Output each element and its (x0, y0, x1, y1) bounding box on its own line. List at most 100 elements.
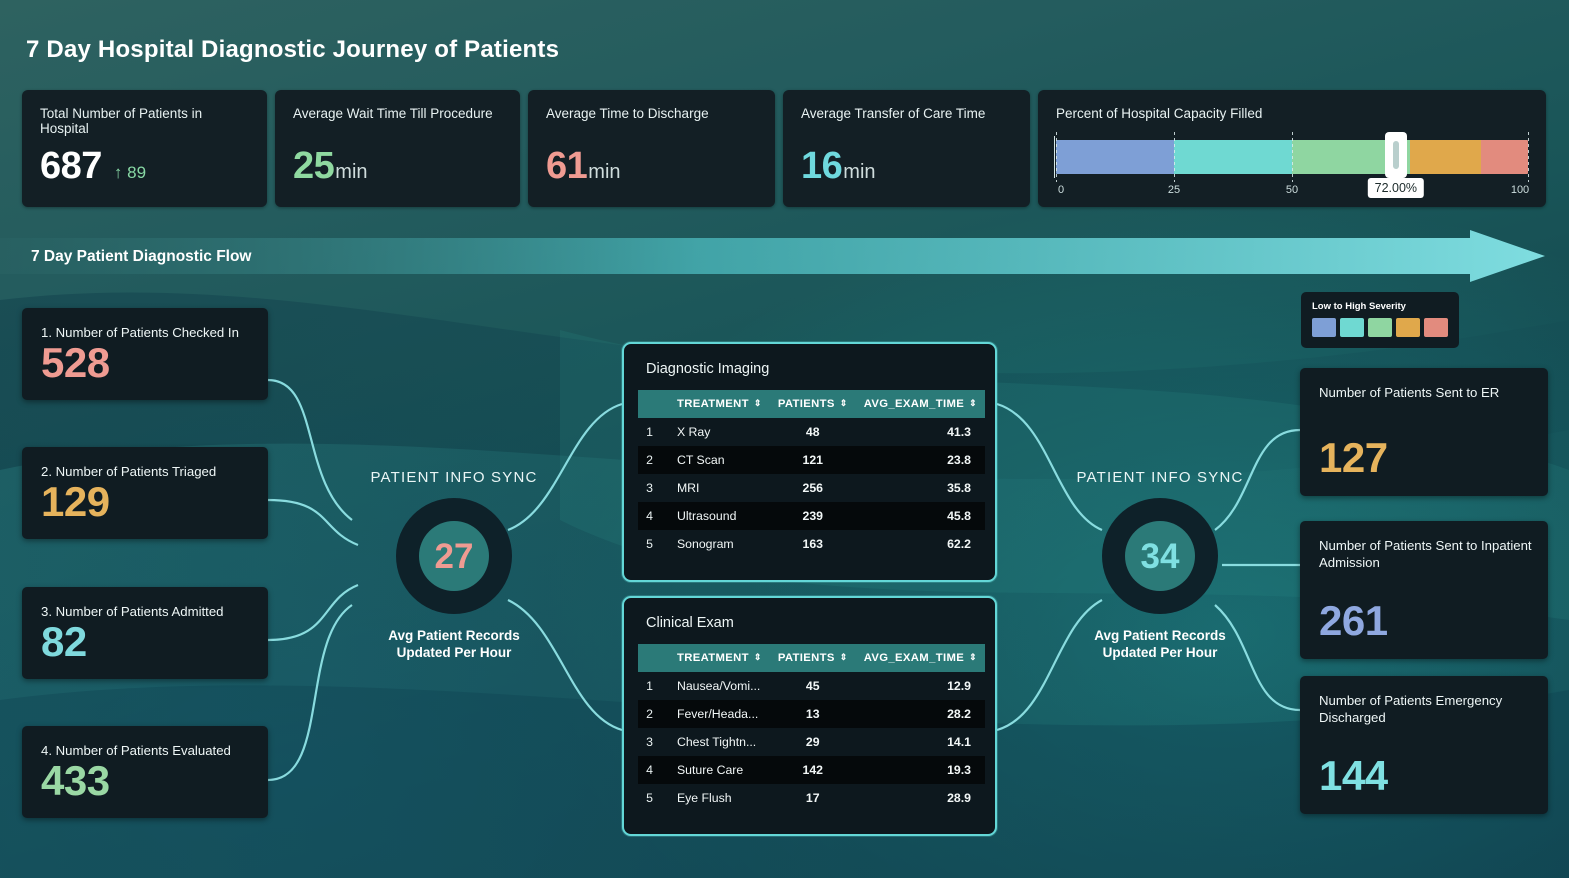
flow-card-admitted[interactable]: 3. Number of Patients Admitted 82 (22, 587, 268, 679)
legend-title: Low to High Severity (1312, 301, 1406, 312)
sort-icon[interactable]: ⇕ (754, 399, 762, 408)
kpi-card-avg-transfer-of-care[interactable]: Average Transfer of Care Time 16 min (783, 90, 1030, 207)
table-cell: 163 (802, 537, 824, 551)
table-cell: 48 (805, 425, 820, 439)
column-header-treatment[interactable]: TREATMENT ⇕ (662, 644, 770, 672)
table-row[interactable]: 3 MRI 256 35.8 (638, 474, 985, 502)
table-panel-clinical-exam[interactable]: Clinical Exam TREATMENT ⇕ PATIENTS ⇕ AVG_EXA… (622, 596, 997, 836)
capacity-gauge[interactable]: 0 25 50 100 72.00% (1054, 130, 1530, 202)
column-header-avg_exam_time[interactable]: AVG_EXAM_TIME ⇕ (855, 390, 985, 418)
table-title: Diagnostic Imaging (646, 361, 770, 377)
table-cell: 1 (646, 425, 653, 439)
table-row[interactable]: 3 Chest Tightn... 29 14.1 (638, 728, 985, 756)
table-cell: 17 (805, 791, 820, 805)
flow-card-label: Number of Patients Sent to ER (1319, 385, 1500, 400)
sort-icon[interactable]: ⇕ (969, 399, 977, 408)
table-cell: 28.9 (947, 791, 971, 805)
column-header-treatment[interactable]: TREATMENT ⇕ (662, 390, 770, 418)
table-row[interactable]: 1 X Ray 48 41.3 (638, 418, 985, 446)
sort-icon[interactable]: ⇕ (969, 653, 977, 662)
flow-card-inpatient-admission[interactable]: Number of Patients Sent to Inpatient Adm… (1300, 521, 1548, 659)
legend-swatch-3 (1396, 318, 1420, 337)
kpi-label: Average Wait Time Till Procedure (293, 106, 493, 121)
table-cell: Ultrasound (676, 509, 737, 523)
table-row[interactable]: 5 Eye Flush 17 28.9 (638, 784, 985, 812)
table-cell: 239 (802, 509, 824, 523)
column-header-patients[interactable]: PATIENTS ⇕ (769, 644, 856, 672)
flow-card-checked-in[interactable]: 1. Number of Patients Checked In 528 (22, 308, 268, 400)
legend-swatches (1312, 318, 1448, 337)
sort-icon[interactable]: ⇕ (840, 399, 848, 408)
gauge-segment-1 (1174, 140, 1292, 174)
kpi-card-avg-time-to-discharge[interactable]: Average Time to Discharge 61 min (528, 90, 775, 207)
flow-card-evaluated[interactable]: 4. Number of Patients Evaluated 433 (22, 726, 268, 818)
flow-card-value: 144 (1319, 752, 1388, 799)
table-cell: MRI (676, 481, 700, 495)
table-body: 1 Nausea/Vomi... 45 12.9 2 Fever/Heada... 13 28… (638, 672, 985, 812)
flow-card-value: 528 (41, 339, 110, 386)
column-header-avg_exam_time[interactable]: AVG_EXAM_TIME ⇕ (855, 644, 985, 672)
data-table[interactable]: TREATMENT ⇕ PATIENTS ⇕ AVG_EXAM_TIME ⇕ 1 X Ray… (638, 390, 985, 558)
gauge-tick-label: 0 (1057, 184, 1065, 196)
table-cell: 5 (646, 537, 653, 551)
kpi-card-capacity-gauge[interactable]: Percent of Hospital Capacity Filled 0 25 5… (1038, 90, 1546, 207)
hub-circle[interactable]: 27 (396, 498, 512, 614)
table-header-row: TREATMENT ⇕ PATIENTS ⇕ AVG_EXAM_TIME ⇕ (638, 390, 985, 418)
hub-title: PATIENT INFO SYNC (370, 469, 538, 486)
flow-banner: 7 Day Patient Diagnostic Flow (0, 230, 1569, 282)
table-row[interactable]: 1 Nausea/Vomi... 45 12.9 (638, 672, 985, 700)
table-row[interactable]: 2 CT Scan 121 23.8 (638, 446, 985, 474)
table-cell: 41.3 (947, 425, 971, 439)
table-cell: 2 (646, 707, 653, 721)
table-cell: 19.3 (947, 763, 971, 777)
kpi-value-row: 16 min (801, 147, 876, 185)
data-table[interactable]: TREATMENT ⇕ PATIENTS ⇕ AVG_EXAM_TIME ⇕ 1 Nause… (638, 644, 985, 812)
table-cell: 23.8 (947, 453, 971, 467)
table-row[interactable]: 4 Suture Care 142 19.3 (638, 756, 985, 784)
kpi-label: Average Transfer of Care Time (801, 106, 986, 121)
gauge-label: Percent of Hospital Capacity Filled (1056, 106, 1263, 121)
patient-info-sync-hub-left[interactable]: PATIENT INFO SYNC 27 Avg Patient Records… (339, 469, 569, 662)
table-row[interactable]: 5 Sonogram 163 62.2 (638, 530, 985, 558)
hub-circle[interactable]: 34 (1102, 498, 1218, 614)
table-row[interactable]: 4 Ultrasound 239 45.8 (638, 502, 985, 530)
table-cell: 121 (802, 453, 824, 467)
table-footer-space (624, 812, 995, 834)
gauge-segment-3 (1410, 140, 1481, 174)
patient-info-sync-hub-right[interactable]: PATIENT INFO SYNC 34 Avg Patient Records… (1045, 469, 1275, 662)
gauge-tick (1292, 132, 1293, 182)
sort-icon[interactable]: ⇕ (840, 653, 848, 662)
flow-card-value: 82 (41, 618, 87, 665)
page-title: 7 Day Hospital Diagnostic Journey of Pat… (26, 36, 560, 63)
flow-card-sent-to-er[interactable]: Number of Patients Sent to ER 127 (1300, 368, 1548, 496)
flow-card-label: Number of Patients Sent to Inpatient Adm… (1319, 538, 1532, 571)
kpi-delta: ↑ 89 (113, 163, 147, 182)
flow-card-emergency-discharged[interactable]: Number of Patients Emergency Discharged … (1300, 676, 1548, 814)
table-panel-diagnostic-imaging[interactable]: Diagnostic Imaging TREATMENT ⇕ PATIENTS ⇕ AV… (622, 342, 997, 582)
table-cell: 13 (805, 707, 820, 721)
table-cell: 5 (646, 791, 653, 805)
flow-banner-label: 7 Day Patient Diagnostic Flow (31, 248, 252, 265)
gauge-axis-line (1054, 136, 1055, 178)
table-footer-space (624, 558, 995, 580)
column-header-patients[interactable]: PATIENTS ⇕ (769, 390, 856, 418)
kpi-card-avg-wait-time[interactable]: Average Wait Time Till Procedure 25 min (275, 90, 520, 207)
table-head: TREATMENT ⇕ PATIENTS ⇕ AVG_EXAM_TIME ⇕ (638, 390, 985, 418)
sort-icon[interactable]: ⇕ (754, 653, 762, 662)
legend-swatch-0 (1312, 318, 1336, 337)
hub-inner-circle: 34 (1125, 521, 1195, 591)
gauge-tick-label: 25 (1167, 184, 1181, 196)
legend-swatch-4 (1424, 318, 1448, 337)
hub-caption: Avg Patient Records Updated Per Hour (1094, 628, 1226, 660)
column-header-index[interactable] (638, 390, 663, 418)
table-cell: 12.9 (947, 679, 971, 693)
table-cell: Sonogram (676, 537, 734, 551)
table-cell: Nausea/Vomi... (676, 679, 761, 693)
kpi-card-total-patients[interactable]: Total Number of Patients in Hospital 687… (22, 90, 267, 207)
column-header-index[interactable] (638, 644, 663, 672)
flow-card-triaged[interactable]: 2. Number of Patients Triaged 129 (22, 447, 268, 539)
gauge-needle[interactable] (1384, 132, 1407, 178)
table-row[interactable]: 2 Fever/Heada... 13 28.2 (638, 700, 985, 728)
table-cell: Chest Tightn... (676, 735, 757, 749)
table-cell: 14.1 (947, 735, 971, 749)
